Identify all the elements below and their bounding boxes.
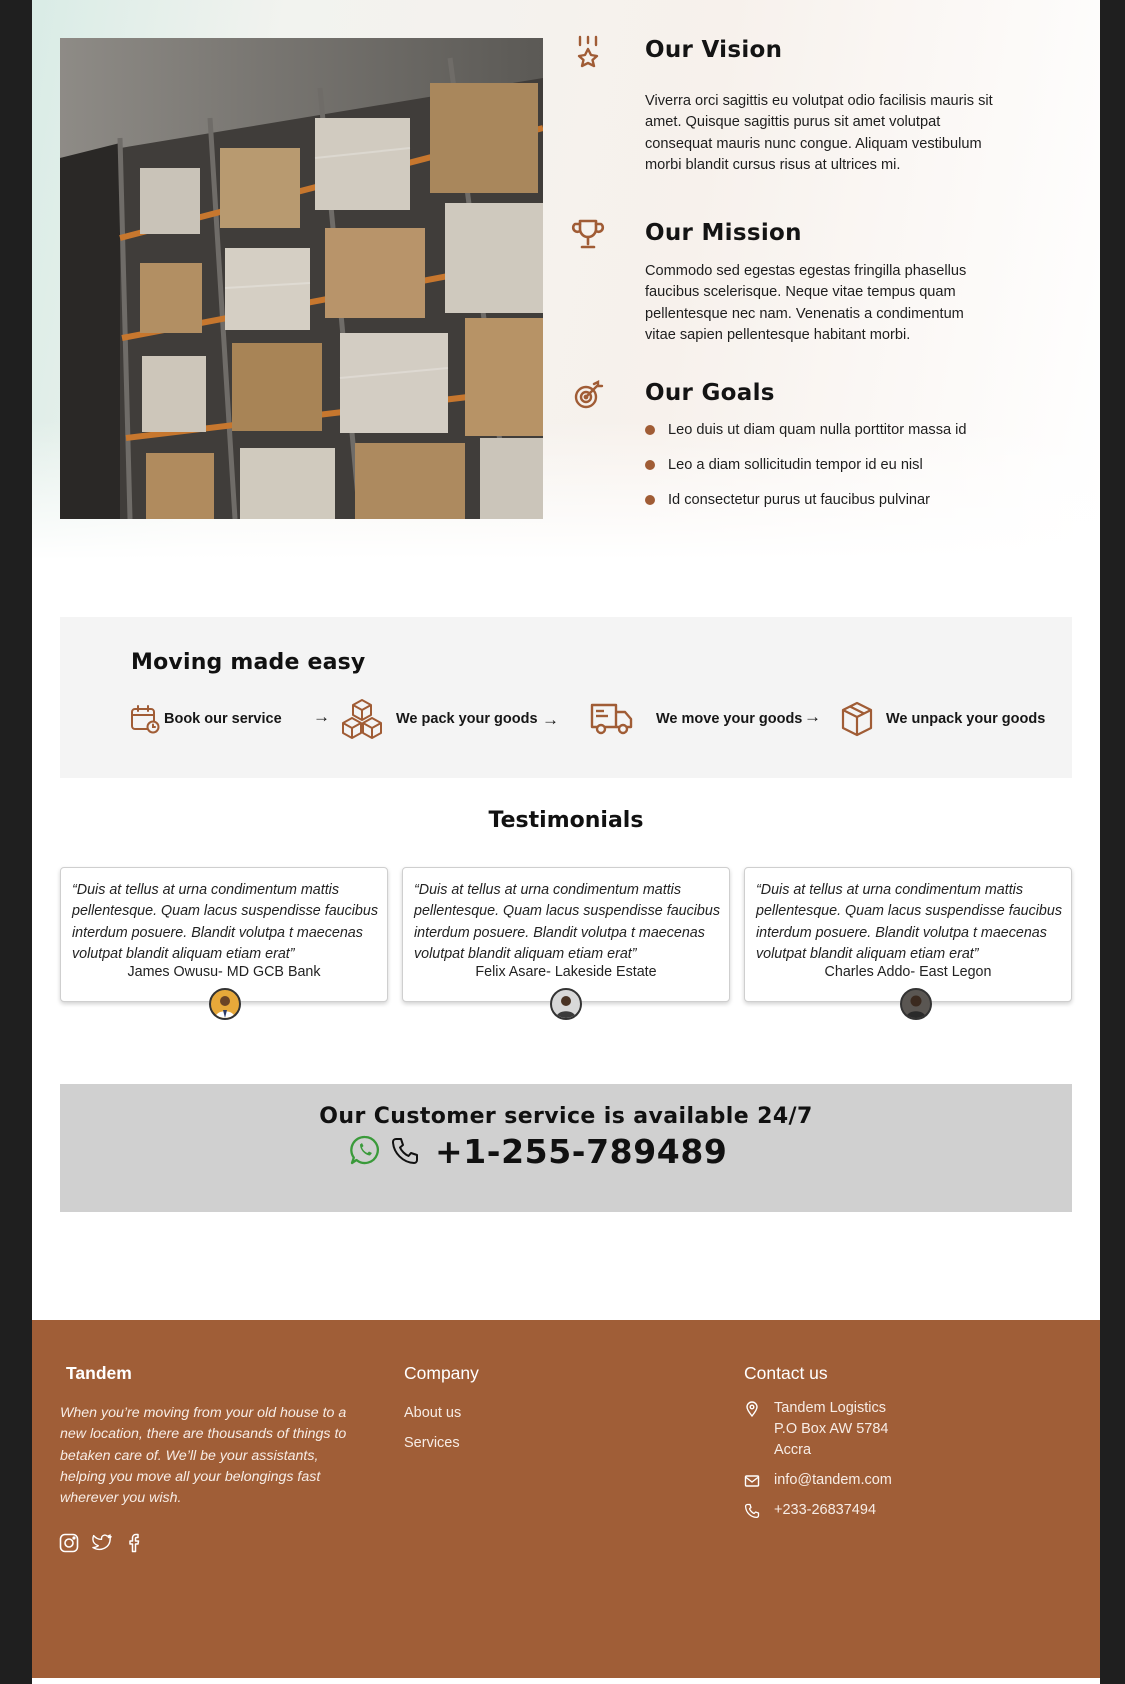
address-line: P.O Box AW 5784 — [774, 1421, 889, 1437]
mission-title: Our Mission — [645, 220, 802, 246]
testimonial-author: Charles Addo- East Legon — [824, 964, 992, 980]
moving-title: Moving made easy — [131, 650, 366, 675]
phone-icon[interactable] — [390, 1136, 420, 1166]
footer-company-title: Company — [404, 1363, 479, 1383]
vision-text: Viverra orci sagittis eu volutpat odio f… — [645, 93, 993, 173]
footer-address: Tandem Logistics P.O Box AW 5784 Accra — [774, 1398, 888, 1461]
step-book: Book our service — [130, 699, 282, 739]
testimonial-author: James Owusu- MD GCB Bank — [127, 964, 321, 980]
avatar — [900, 988, 932, 1020]
location-pin-icon — [746, 1401, 758, 1417]
testimonial-quote: “Duis at tellus at urna condimentum matt… — [72, 882, 378, 962]
footer-email-link[interactable]: info@tandem.com — [774, 1470, 892, 1491]
avatar — [209, 988, 241, 1020]
instagram-icon[interactable] — [59, 1533, 79, 1553]
target-icon — [574, 380, 604, 409]
twitter-icon[interactable] — [92, 1533, 112, 1553]
footer-contact-title: Contact us — [744, 1363, 828, 1383]
testimonial-card: “Duis at tellus at urna condimentum matt… — [744, 867, 1072, 1002]
page: Our Vision Viverra orci sagittis eu volu… — [32, 0, 1100, 1684]
address-line: Accra — [774, 1442, 812, 1458]
moving-process-section: Moving made easy Book our service → We p… — [60, 617, 1072, 778]
arrow-icon: → — [542, 710, 559, 729]
step-label: We pack your goods — [396, 711, 538, 727]
footer-link-about[interactable]: About us — [404, 1405, 461, 1421]
customer-service-banner: Our Customer service is available 24/7 +… — [60, 1084, 1072, 1212]
warehouse-shelves-image — [60, 38, 543, 519]
footer-link-services[interactable]: Services — [404, 1435, 460, 1451]
arrow-icon: → — [804, 707, 821, 726]
avatar — [550, 988, 582, 1020]
whatsapp-icon[interactable] — [349, 1134, 381, 1166]
step-label: We move your goods — [656, 711, 803, 727]
testimonial-card: “Duis at tellus at urna condimentum matt… — [402, 867, 730, 1002]
goal-item: Leo a diam sollicitudin tempor id eu nis… — [645, 455, 967, 490]
mission-text: Commodo sed egestas egestas fringilla ph… — [645, 263, 967, 343]
footer: Tandem When you’re moving from your old … — [32, 1320, 1100, 1678]
step-label: We unpack your goods — [886, 711, 1046, 727]
goal-item: Leo duis ut diam quam nulla porttitor ma… — [645, 420, 967, 455]
goals-list: Leo duis ut diam quam nulla porttitor ma… — [645, 420, 967, 525]
step-label: Book our service — [164, 711, 282, 727]
step-unpack: We unpack your goods — [840, 698, 1045, 740]
about-section: Our Vision Viverra orci sagittis eu volu… — [32, 0, 1100, 560]
goal-item: Id consectetur purus ut faucibus pulvina… — [645, 490, 967, 525]
calendar-clock-icon — [131, 705, 160, 734]
mail-icon — [744, 1475, 760, 1487]
testimonials-title: Testimonials — [488, 808, 644, 833]
phone-icon — [744, 1503, 760, 1519]
footer-brand[interactable]: Tandem — [66, 1363, 132, 1384]
testimonial-author: Felix Asare- Lakeside Estate — [475, 964, 657, 980]
service-phone-number[interactable]: +1-255-789489 — [435, 1132, 727, 1171]
boxes-icon — [342, 699, 382, 739]
box-icon — [841, 701, 873, 737]
vision-title: Our Vision — [645, 37, 783, 63]
goals-title: Our Goals — [645, 380, 775, 406]
truck-icon — [590, 703, 633, 735]
footer-about-text: When you’re moving from your old house t… — [60, 1405, 347, 1507]
testimonial-quote: “Duis at tellus at urna condimentum matt… — [414, 882, 720, 962]
arrow-icon: → — [313, 707, 330, 726]
trophy-icon — [571, 219, 605, 249]
step-pack: We pack your goods — [340, 696, 538, 742]
footer-phone-link[interactable]: +233-26837494 — [774, 1500, 876, 1521]
testimonial-card: “Duis at tellus at urna condimentum matt… — [60, 867, 388, 1002]
medal-icon — [577, 35, 599, 68]
step-move: We move your goods — [590, 697, 802, 741]
service-title: Our Customer service is available 24/7 — [319, 1104, 813, 1129]
facebook-icon[interactable] — [125, 1533, 145, 1553]
address-line: Tandem Logistics — [774, 1400, 887, 1416]
testimonial-quote: “Duis at tellus at urna condimentum matt… — [756, 882, 1062, 962]
